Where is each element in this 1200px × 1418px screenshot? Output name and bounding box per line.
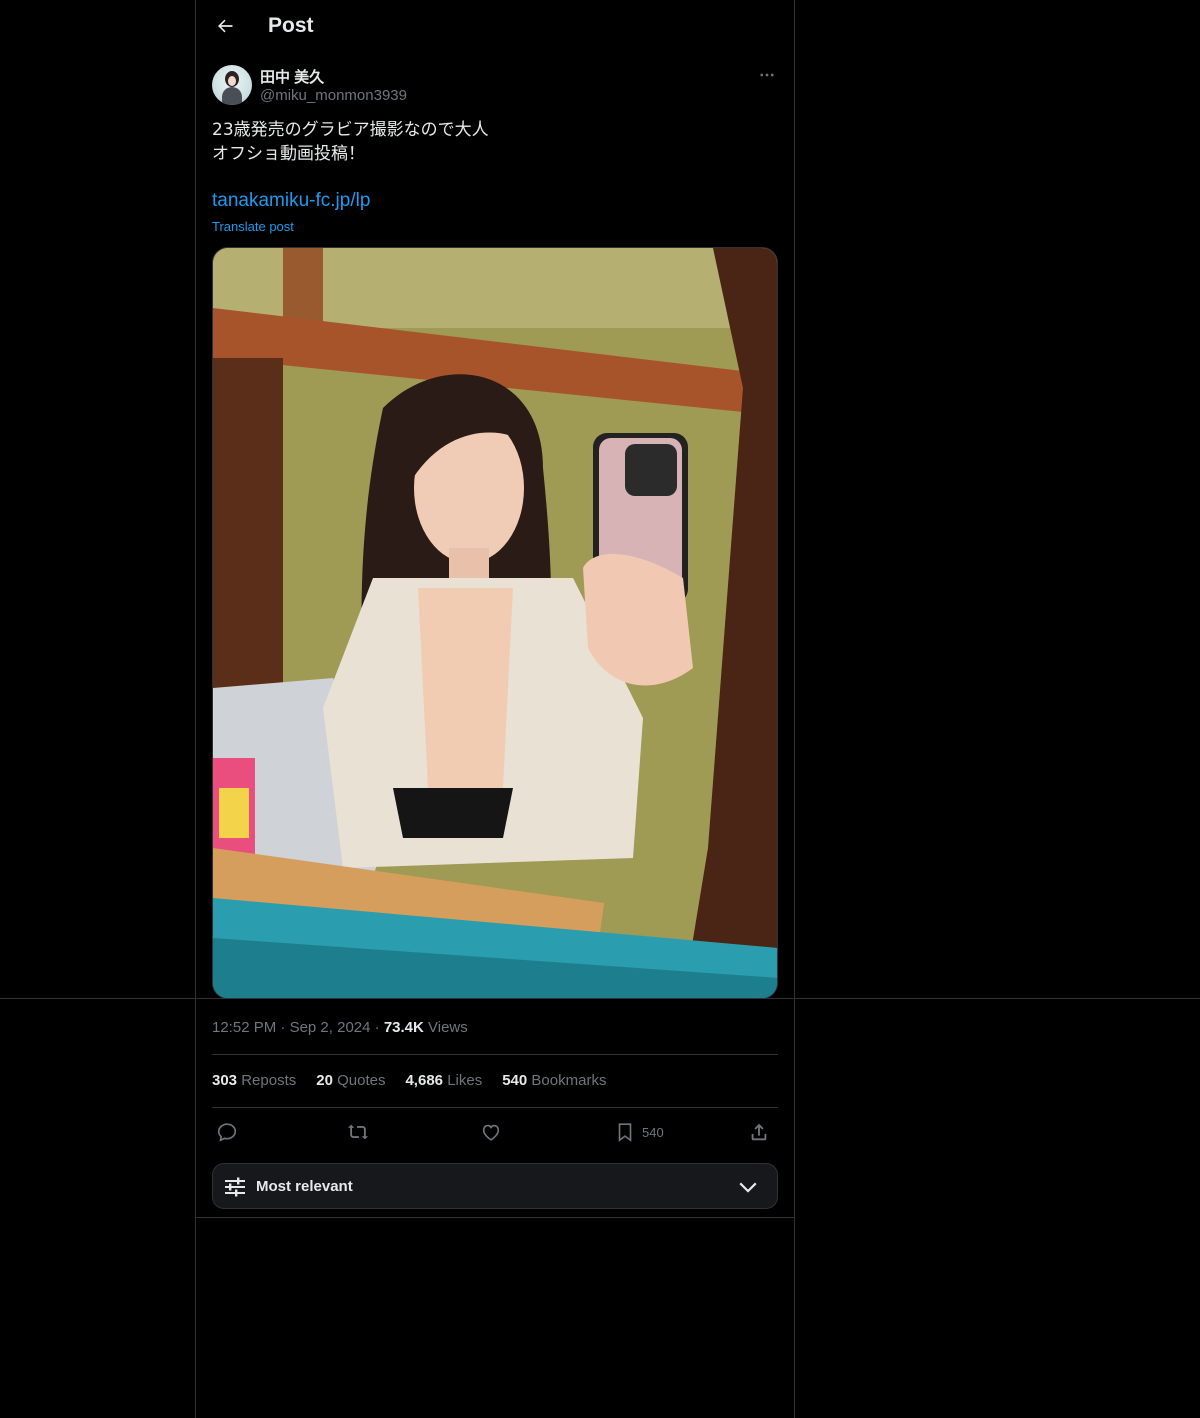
post-date[interactable]: Sep 2, 2024 (290, 1019, 371, 1036)
post-text: 23歳発売のグラビア撮影なので大人 オフショ動画投稿！ (212, 118, 778, 166)
bookmarks-label: Bookmarks (531, 1072, 607, 1089)
reposts-stat[interactable]: 303 Reposts (212, 1072, 296, 1089)
post-time[interactable]: 12:52 PM (212, 1019, 276, 1036)
post-text-line: オフショ動画投稿！ (212, 144, 365, 164)
bookmark-count: 540 (642, 1124, 664, 1140)
author-display-name[interactable]: 田中 美久 (260, 66, 324, 87)
reply-icon (217, 1123, 237, 1142)
like-button[interactable] (480, 1118, 502, 1146)
views-count: 73.4K (383, 1019, 424, 1036)
reposts-label: Reposts (241, 1072, 297, 1089)
reply-button[interactable] (216, 1118, 238, 1146)
back-button[interactable] (208, 9, 242, 43)
photo-image (213, 248, 777, 998)
repost-icon (347, 1124, 369, 1140)
page-title: Post (268, 14, 314, 37)
more-options-button[interactable] (756, 64, 778, 86)
post-meta: 12:52 PM · Sep 2, 2024 · 73.4K Views (212, 1019, 468, 1036)
reposts-count: 303 (212, 1072, 238, 1089)
share-button[interactable] (748, 1118, 770, 1146)
quotes-stat[interactable]: 20 Quotes (316, 1072, 385, 1089)
divider (212, 1107, 778, 1108)
bookmark-icon (618, 1123, 632, 1142)
repost-button[interactable] (346, 1118, 370, 1146)
quotes-label: Quotes (337, 1072, 386, 1089)
likes-stat[interactable]: 4,686 Likes (405, 1072, 482, 1089)
views-label: Views (428, 1019, 468, 1036)
arrow-left-icon (218, 19, 233, 33)
post-link[interactable]: tanakamiku-fc.jp/lp (212, 190, 370, 212)
divider (212, 1054, 778, 1055)
engagement-stats: 303 Reposts 20 Quotes 4,686 Likes 540 Bo… (212, 1072, 606, 1089)
heart-icon (482, 1124, 500, 1141)
section-divider (196, 1217, 794, 1218)
post-text-line: 23歳発売のグラビア撮影なので大人 (212, 120, 489, 140)
post-photo[interactable] (212, 247, 778, 999)
action-bar: 540 (212, 1116, 778, 1148)
top-bar: Post (196, 0, 794, 54)
likes-count: 4,686 (405, 1072, 444, 1089)
likes-label: Likes (447, 1072, 483, 1089)
quotes-count: 20 (316, 1072, 333, 1089)
post-column: Post 田中 美久 @miku_monmon3939 23歳発売のグラビア撮影… (195, 0, 795, 1418)
bookmarks-stat[interactable]: 540 Bookmarks (502, 1072, 606, 1089)
avatar[interactable] (212, 65, 252, 105)
translate-post-link[interactable]: Translate post (212, 219, 294, 234)
post-author: 田中 美久 @miku_monmon3939 (212, 64, 778, 108)
share-icon (751, 1123, 767, 1141)
more-dots-icon (760, 73, 774, 77)
bookmark-button[interactable]: 540 (614, 1118, 664, 1146)
replies-sort-dropdown[interactable]: Most relevant (212, 1163, 778, 1209)
chevron-down-icon (739, 1182, 757, 1193)
bookmarks-count: 540 (502, 1072, 528, 1089)
sliders-icon (225, 1177, 245, 1197)
sort-label: Most relevant (256, 1178, 353, 1195)
author-handle[interactable]: @miku_monmon3939 (260, 87, 407, 104)
